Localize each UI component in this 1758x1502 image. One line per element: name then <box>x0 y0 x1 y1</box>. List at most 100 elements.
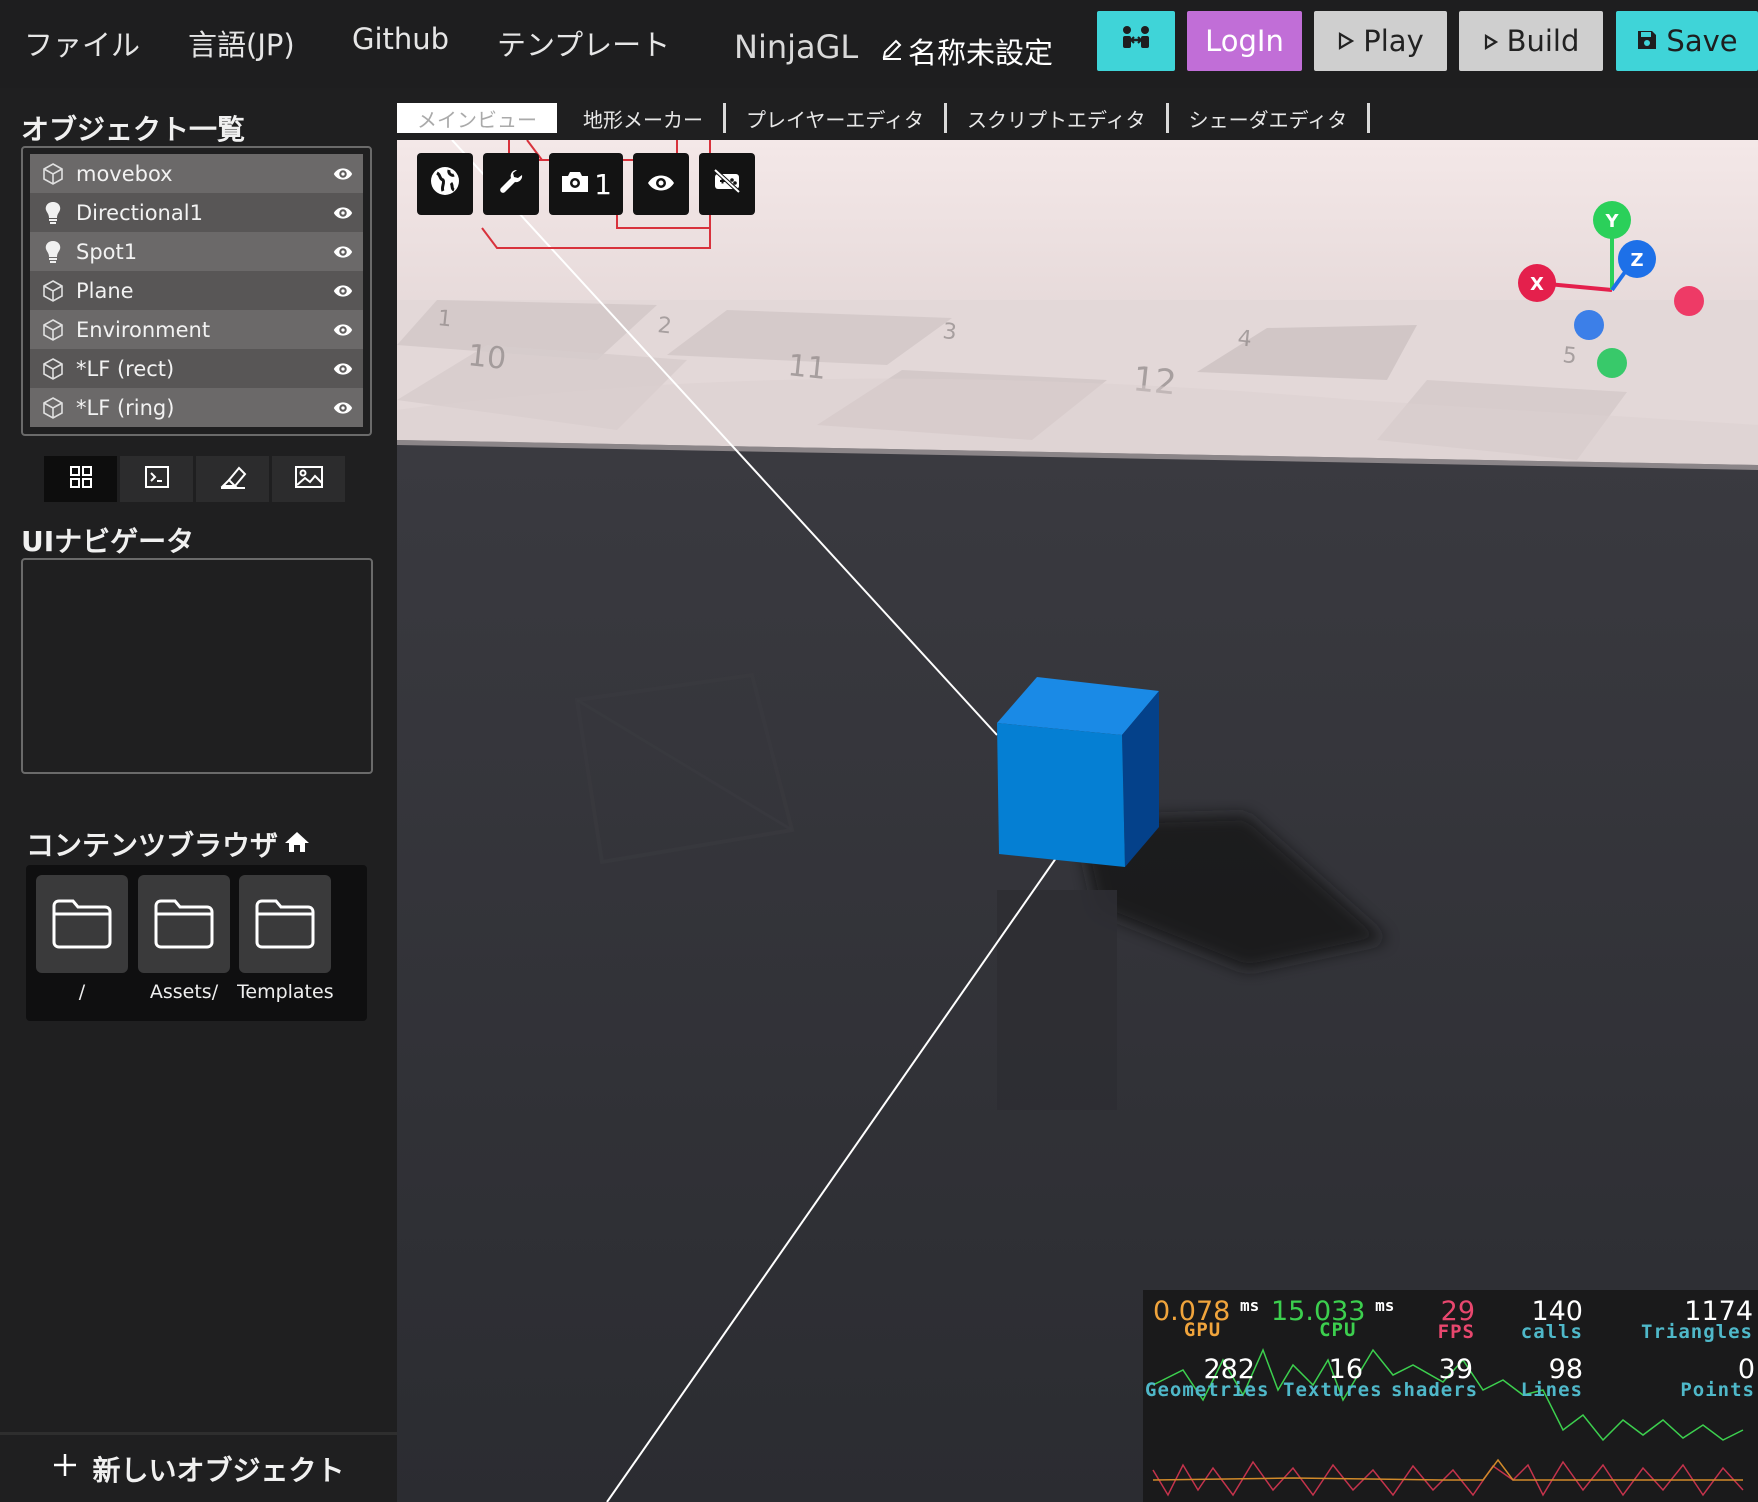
menu-github[interactable]: Github <box>352 22 449 56</box>
home-icon[interactable] <box>284 828 310 861</box>
play-icon <box>1483 24 1499 58</box>
world-button[interactable] <box>417 153 473 215</box>
editor-tab[interactable]: スクリプトエディタ <box>947 103 1169 133</box>
editor-tab[interactable]: プレイヤーエディタ <box>726 103 947 133</box>
save-button[interactable]: Save <box>1616 11 1758 71</box>
pencil-icon <box>880 34 904 68</box>
grid-number-2: 2 <box>656 313 673 339</box>
multiplayer-button[interactable] <box>1097 11 1175 71</box>
camera-number: 1 <box>594 167 612 201</box>
gamepad-off-button[interactable] <box>699 153 755 215</box>
folder-icon <box>239 875 331 973</box>
object-list-item[interactable]: movebox <box>30 154 363 193</box>
tab-paint[interactable] <box>196 456 272 502</box>
camera-icon <box>560 168 590 201</box>
eye-icon[interactable] <box>333 203 353 223</box>
main-viewport[interactable]: 1 2 3 4 10 11 12 5 X Y Z 1 0.078 ms GPU … <box>397 140 1758 1502</box>
editor-tab[interactable]: シェーダエディタ <box>1169 103 1371 133</box>
performance-stats: 0.078 ms GPU 15.033 ms CPU 29 FPS 140 ca… <box>1143 1290 1758 1502</box>
app-title: NinjaGL <box>734 28 859 66</box>
editor-tab[interactable]: 地形メーカー <box>563 103 726 133</box>
folder-item[interactable]: / <box>36 875 128 1003</box>
folder-label: Templates/ <box>237 981 333 1003</box>
folder-icon <box>36 875 128 973</box>
stat-gpu-unit: ms <box>1239 1296 1260 1315</box>
eye-icon[interactable] <box>333 398 353 418</box>
project-name-label: 名称未設定 <box>908 36 1054 70</box>
new-object-button[interactable]: 新しいオブジェクト <box>0 1432 397 1502</box>
stat-calls-label: calls <box>1520 1321 1583 1343</box>
floppy-icon <box>1636 24 1658 58</box>
stat-triangles-label: Triangles <box>1641 1321 1753 1343</box>
object-list-item-label: Directional1 <box>76 200 203 225</box>
cube-icon <box>40 395 66 421</box>
menu-language[interactable]: 言語(JP) <box>188 22 295 64</box>
stat-textures-label: Textures <box>1283 1379 1383 1401</box>
eye-icon[interactable] <box>333 320 353 340</box>
grid-number-10: 10 <box>466 338 508 377</box>
object-list-item[interactable]: Spot1 <box>30 232 363 271</box>
visibility-button[interactable] <box>633 153 689 215</box>
cube-icon <box>40 161 66 187</box>
cube-icon <box>40 278 66 304</box>
image-icon <box>294 465 324 493</box>
object-list: movebox Directional1 Spot1 Plane Environment… <box>21 146 372 436</box>
stat-lines: 98 Lines <box>1503 1354 1583 1401</box>
y-axis-label: Y <box>1604 211 1619 232</box>
eye-icon[interactable] <box>333 281 353 301</box>
eye-icon <box>646 168 676 201</box>
menu-template[interactable]: テンプレート <box>497 22 670 64</box>
paint-brush-icon <box>219 464 247 494</box>
neg-x-axis-handle <box>1674 286 1704 316</box>
top-bar: ファイル 言語(JP) Github テンプレート NinjaGL 名称未設定 … <box>0 0 1758 88</box>
build-button[interactable]: Build <box>1459 11 1603 71</box>
login-button[interactable]: LogIn <box>1187 11 1302 71</box>
eye-icon[interactable] <box>333 242 353 262</box>
project-name[interactable]: 名称未設定 <box>880 30 1053 72</box>
folder-label: / <box>78 981 86 1003</box>
object-list-item[interactable]: *LF (rect) <box>30 349 363 388</box>
stat-cpu: 15.033 ms CPU <box>1271 1296 1394 1341</box>
editor-tab[interactable]: メインビュー <box>397 103 557 133</box>
grid-number-4: 4 <box>1236 326 1253 352</box>
folder-icon <box>138 875 230 973</box>
tab-image[interactable] <box>272 456 348 502</box>
save-label: Save <box>1666 24 1738 58</box>
grid-number-1: 1 <box>436 306 453 332</box>
camera-button[interactable]: 1 <box>549 153 623 215</box>
object-list-item[interactable]: Directional1 <box>30 193 363 232</box>
object-list-item-label: Environment <box>76 317 211 342</box>
play-button[interactable]: Play <box>1314 11 1447 71</box>
terminal-icon <box>144 465 170 493</box>
stat-lines-label: Lines <box>1520 1379 1583 1401</box>
tab-terminal[interactable] <box>120 456 196 502</box>
object-list-item-label: *LF (ring) <box>76 395 175 420</box>
stat-shaders: 39 shaders <box>1391 1354 1479 1401</box>
object-list-item[interactable]: Plane <box>30 271 363 310</box>
content-browser: / Assets/Templates/ <box>26 865 367 1021</box>
stat-fps-label: FPS <box>1437 1321 1475 1343</box>
stat-points-label: Points <box>1680 1379 1755 1401</box>
settings-button[interactable] <box>483 153 539 215</box>
eye-icon[interactable] <box>333 359 353 379</box>
folder-item[interactable]: Assets/ <box>138 875 230 1003</box>
stat-geometries: 282 Geometries <box>1145 1354 1268 1401</box>
new-object-label: 新しいオブジェクト <box>92 1453 345 1487</box>
object-list-item[interactable]: Environment <box>30 310 363 349</box>
eye-icon[interactable] <box>333 164 353 184</box>
object-list-item-label: movebox <box>76 161 173 186</box>
left-sidebar: オブジェクト一覧 movebox Directional1 Spot1 Plane En… <box>0 88 397 1502</box>
object-list-title: オブジェクト一覧 <box>21 113 246 146</box>
z-axis-label: Z <box>1630 250 1643 271</box>
tab-grid[interactable] <box>44 456 120 502</box>
sidebar-tool-tabs <box>44 456 349 502</box>
folder-item[interactable]: Templates/ <box>237 875 333 1003</box>
cube-icon <box>40 356 66 382</box>
play-icon <box>1337 24 1355 58</box>
stat-points: 0 Points <box>1663 1354 1755 1401</box>
object-list-item[interactable]: *LF (ring) <box>30 388 363 427</box>
menu-file[interactable]: ファイル <box>24 22 140 64</box>
movebox-cube[interactable] <box>997 677 1159 867</box>
object-list-item-label: Spot1 <box>76 239 138 264</box>
stat-shaders-label: shaders <box>1391 1379 1479 1401</box>
